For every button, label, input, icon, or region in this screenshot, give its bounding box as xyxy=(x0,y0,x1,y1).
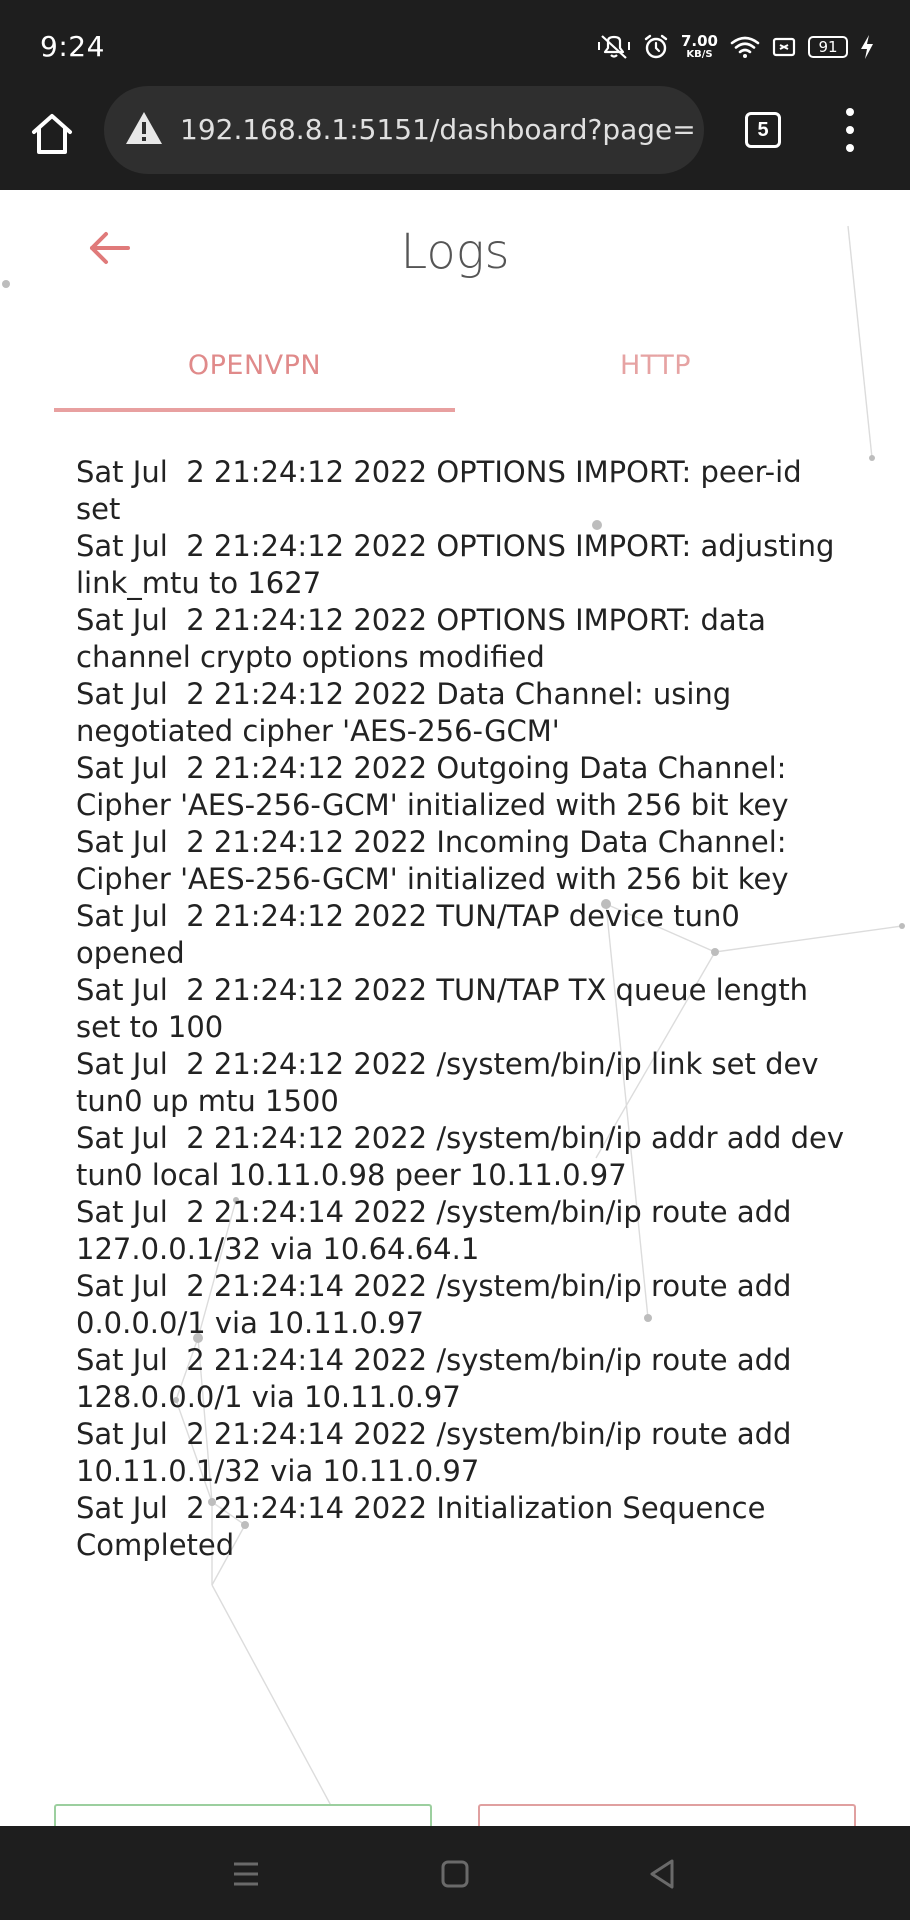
menu-dot-icon xyxy=(846,108,854,116)
network-speed-unit: KB/S xyxy=(686,49,713,60)
logs-page: Logs OPENVPN HTTP Sat Jul 2 21:24:12 202… xyxy=(0,190,910,1826)
network-speed: 7.00 KB/S xyxy=(681,34,718,60)
alarm-icon xyxy=(643,34,669,60)
log-line: Sat Jul 2 21:24:12 2022 TUN/TAP TX queue… xyxy=(76,973,818,1044)
log-line: Sat Jul 2 21:24:12 2022 Outgoing Data Ch… xyxy=(76,751,796,822)
sim-card-icon xyxy=(772,36,796,58)
menu-dot-icon xyxy=(846,126,854,134)
battery-indicator: 91 xyxy=(808,36,848,58)
network-speed-value: 7.00 xyxy=(680,32,718,50)
url-bar[interactable]: 192.168.8.1:5151/dashboard?page= xyxy=(104,86,704,174)
tab-switcher-button[interactable]: 5 xyxy=(745,112,781,148)
log-line: Sat Jul 2 21:24:12 2022 OPTIONS IMPORT: … xyxy=(76,603,776,674)
status-icons: 7.00 KB/S 91 xyxy=(597,32,874,62)
browser-toolbar: 192.168.8.1:5151/dashboard?page= 5 xyxy=(0,82,910,190)
status-bar: 9:24 7.00 KB/S 91 xyxy=(0,0,910,82)
charging-icon xyxy=(860,34,874,60)
page-title: Logs xyxy=(400,224,510,280)
log-line: Sat Jul 2 21:24:12 2022 OPTIONS IMPORT: … xyxy=(76,455,811,526)
menu-dot-icon xyxy=(846,144,854,152)
home-icon xyxy=(32,114,72,154)
status-time: 9:24 xyxy=(40,30,105,63)
triangle-back-icon xyxy=(650,1859,674,1889)
log-line: Sat Jul 2 21:24:14 2022 /system/bin/ip r… xyxy=(76,1417,801,1488)
log-line: Sat Jul 2 21:24:12 2022 TUN/TAP device t… xyxy=(76,899,750,970)
log-output: Sat Jul 2 21:24:12 2022 OPTIONS IMPORT: … xyxy=(76,454,846,1564)
action-button-left[interactable] xyxy=(54,1804,432,1826)
log-line: Sat Jul 2 21:24:14 2022 /system/bin/ip r… xyxy=(76,1343,801,1414)
log-line: Sat Jul 2 21:24:12 2022 OPTIONS IMPORT: … xyxy=(76,529,844,600)
battery-level: 91 xyxy=(818,38,838,56)
recent-apps-button[interactable] xyxy=(228,1856,264,1892)
url-text[interactable]: 192.168.8.1:5151/dashboard?page= xyxy=(180,86,696,174)
system-navigation-bar xyxy=(0,1826,910,1920)
log-tabs: OPENVPN HTTP xyxy=(54,330,856,400)
log-line: Sat Jul 2 21:24:14 2022 Initialization S… xyxy=(76,1491,775,1562)
not-secure-warning-icon[interactable] xyxy=(124,110,164,151)
tab-openvpn[interactable]: OPENVPN xyxy=(54,330,455,400)
vibrate-mute-icon xyxy=(597,34,631,60)
browser-menu-button[interactable] xyxy=(836,108,864,152)
log-line: Sat Jul 2 21:24:14 2022 /system/bin/ip r… xyxy=(76,1269,801,1340)
tab-count: 5 xyxy=(757,118,769,141)
log-line: Sat Jul 2 21:24:12 2022 Incoming Data Ch… xyxy=(76,825,796,896)
tab-http[interactable]: HTTP xyxy=(455,330,856,400)
home-button[interactable] xyxy=(28,110,76,158)
log-line: Sat Jul 2 21:24:12 2022 /system/bin/ip l… xyxy=(76,1047,828,1118)
active-tab-indicator xyxy=(54,408,455,412)
action-button-right[interactable] xyxy=(478,1804,856,1826)
square-icon xyxy=(441,1860,469,1888)
wifi-icon xyxy=(730,35,760,59)
home-nav-button[interactable] xyxy=(437,1856,473,1892)
log-line: Sat Jul 2 21:24:12 2022 Data Channel: us… xyxy=(76,677,741,748)
log-line: Sat Jul 2 21:24:12 2022 /system/bin/ip a… xyxy=(76,1121,854,1192)
back-nav-button[interactable] xyxy=(644,1856,680,1892)
log-line: Sat Jul 2 21:24:14 2022 /system/bin/ip r… xyxy=(76,1195,801,1266)
menu-lines-icon xyxy=(234,1862,258,1886)
